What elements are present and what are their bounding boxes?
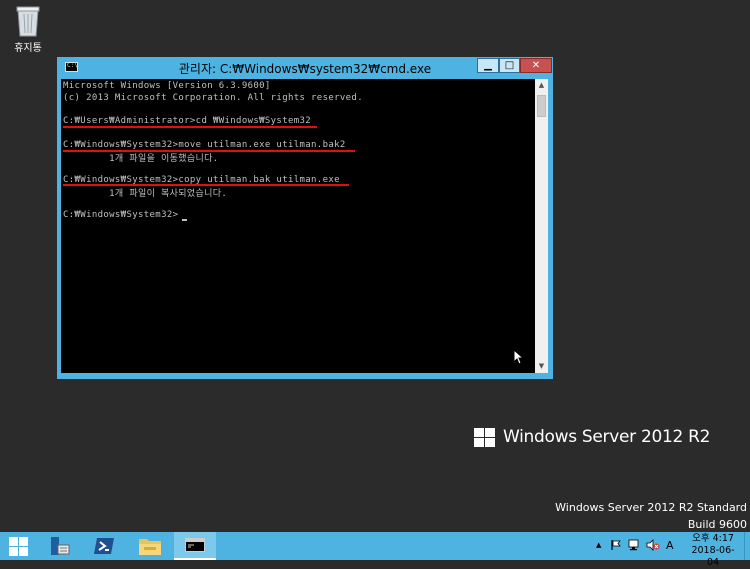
recycle-bin-label: 휴지통 xyxy=(14,43,42,54)
file-explorer-button[interactable] xyxy=(136,532,164,560)
recycle-bin[interactable]: 휴지통 xyxy=(8,4,48,54)
edition-text: Windows Server 2012 R2 Standard xyxy=(555,501,747,514)
logo-text: Windows Server 2012 R2 xyxy=(503,427,711,447)
clock-time: 오후 4:17 xyxy=(692,533,734,544)
text-cursor xyxy=(182,219,187,221)
clock[interactable]: 오후 4:17 2018-06-04 xyxy=(688,533,738,569)
server-manager-button[interactable] xyxy=(46,532,74,560)
vertical-scrollbar[interactable]: ▲ ▼ xyxy=(535,79,548,373)
server-manager-icon xyxy=(51,537,70,555)
console-output[interactable]: Microsoft Windows [Version 6.3.9600] (c)… xyxy=(61,79,535,373)
console-line: (c) 2013 Microsoft Corporation. All righ… xyxy=(63,93,363,103)
annotation-underline xyxy=(63,150,355,152)
cmd-icon xyxy=(185,538,205,552)
clock-date: 2018-06-04 xyxy=(691,545,735,568)
ime-indicator[interactable]: A xyxy=(666,539,674,552)
maximize-button[interactable]: □ xyxy=(499,58,520,73)
taskbar: ▲ A 오후 4:17 2018-06-04 xyxy=(0,532,750,568)
build-text: Build 9600 xyxy=(687,518,747,531)
console-line: C:₩Windows₩System32> xyxy=(63,210,179,220)
annotation-underline xyxy=(63,184,349,186)
network-icon[interactable] xyxy=(628,539,641,551)
edition-watermark: Windows Server 2012 R2 Standard Build 96… xyxy=(555,499,747,533)
action-center-flag-icon[interactable] xyxy=(610,539,622,551)
scroll-down-arrow-icon[interactable]: ▼ xyxy=(535,360,548,373)
title-bar[interactable]: C:\ 관리자: C:₩Windows₩system32₩cmd.exe ▁ □… xyxy=(57,57,553,79)
cmd-taskbar-button[interactable] xyxy=(174,532,216,560)
cmd-window[interactable]: C:\ 관리자: C:₩Windows₩system32₩cmd.exe ▁ □… xyxy=(57,57,553,379)
recycle-bin-icon xyxy=(16,6,40,37)
windows-logo-icon xyxy=(474,428,496,448)
volume-muted-icon[interactable] xyxy=(646,539,660,551)
file-explorer-icon xyxy=(139,539,161,555)
close-button[interactable]: ✕ xyxy=(520,58,552,73)
show-hidden-icons-icon[interactable]: ▲ xyxy=(596,541,601,549)
console-line: Microsoft Windows [Version 6.3.9600] xyxy=(63,81,271,91)
minimize-button[interactable]: ▁ xyxy=(477,58,499,73)
console-line: 1개 파일을 이동했습니다. xyxy=(63,154,219,164)
powershell-button[interactable] xyxy=(90,532,118,560)
scrollbar-thumb[interactable] xyxy=(537,95,546,117)
annotation-underline xyxy=(63,126,317,128)
powershell-icon xyxy=(94,538,114,554)
mouse-pointer-icon xyxy=(513,349,523,365)
start-button[interactable] xyxy=(6,532,30,560)
scroll-up-arrow-icon[interactable]: ▲ xyxy=(535,79,548,92)
show-desktop-button[interactable] xyxy=(744,532,750,560)
console-line: 1개 파일이 복사되었습니다. xyxy=(63,189,228,199)
